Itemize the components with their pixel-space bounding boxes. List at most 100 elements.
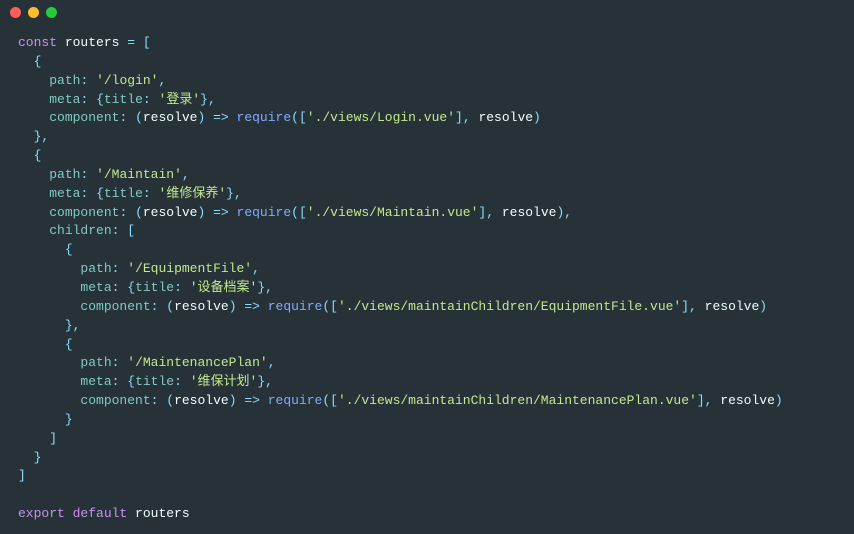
prop-meta: meta <box>49 186 80 201</box>
colon: : <box>80 92 88 107</box>
brace-open: { <box>65 337 73 352</box>
paren-open: ( <box>135 110 143 125</box>
bracket-open: [ <box>330 299 338 314</box>
prop-meta: meta <box>80 374 111 389</box>
string-path: '/MaintenancePlan' <box>127 355 267 370</box>
colon: : <box>112 280 120 295</box>
colon: : <box>119 205 127 220</box>
code-block: const routers = [ { path: '/login', meta… <box>0 24 854 534</box>
colon: : <box>151 393 159 408</box>
arrow: => <box>244 299 260 314</box>
comma: , <box>486 205 494 220</box>
comma: , <box>41 129 49 144</box>
string-title: '维修保养' <box>159 186 227 201</box>
bracket-close: ] <box>455 110 463 125</box>
paren-open: ( <box>322 299 330 314</box>
prop-title: title <box>104 92 143 107</box>
minimize-icon[interactable] <box>28 7 39 18</box>
string-reqarg: './views/maintainChildren/EquipmentFile.… <box>338 299 681 314</box>
comma: , <box>252 261 260 276</box>
bracket-close: ] <box>681 299 689 314</box>
bracket-open: [ <box>299 110 307 125</box>
colon: : <box>80 73 88 88</box>
prop-component: component <box>80 299 150 314</box>
brace-close: } <box>257 280 265 295</box>
identifier-routers: routers <box>65 35 120 50</box>
paren-close: ) <box>229 299 237 314</box>
close-icon[interactable] <box>10 7 21 18</box>
arg-resolve: resolve <box>478 110 533 125</box>
maximize-icon[interactable] <box>46 7 57 18</box>
keyword-const: const <box>18 35 57 50</box>
comma: , <box>234 186 242 201</box>
arg-resolve: resolve <box>502 205 557 220</box>
brace-open: { <box>96 92 104 107</box>
paren-close: ) <box>197 110 205 125</box>
prop-path: path <box>80 355 111 370</box>
brace-open: { <box>65 242 73 257</box>
colon: : <box>174 374 182 389</box>
prop-component: component <box>49 205 119 220</box>
string-reqarg: './views/Login.vue' <box>307 110 455 125</box>
bracket-open: [ <box>143 35 151 50</box>
paren-open: ( <box>166 393 174 408</box>
bracket-open: [ <box>127 223 135 238</box>
bracket-close: ] <box>697 393 705 408</box>
fn-require: require <box>268 393 323 408</box>
arrow: => <box>244 393 260 408</box>
comma: , <box>182 167 190 182</box>
arg-resolve: resolve <box>705 299 760 314</box>
brace-close: } <box>65 318 73 333</box>
prop-path: path <box>49 167 80 182</box>
string-reqarg: './views/maintainChildren/MaintenancePla… <box>338 393 697 408</box>
brace-close: } <box>34 450 42 465</box>
paren-open: ( <box>322 393 330 408</box>
comma: , <box>689 299 697 314</box>
comma: , <box>265 374 273 389</box>
brace-open: { <box>34 148 42 163</box>
paren-open: ( <box>166 299 174 314</box>
prop-title: title <box>104 186 143 201</box>
brace-open: { <box>96 186 104 201</box>
string-path: '/Maintain' <box>96 167 182 182</box>
string-path: '/EquipmentFile' <box>127 261 252 276</box>
string-reqarg: './views/Maintain.vue' <box>307 205 479 220</box>
string-path: '/login' <box>96 73 158 88</box>
param-resolve: resolve <box>174 299 229 314</box>
prop-title: title <box>135 374 174 389</box>
arrow: => <box>213 205 229 220</box>
prop-meta: meta <box>80 280 111 295</box>
colon: : <box>151 299 159 314</box>
comma: , <box>268 355 276 370</box>
bracket-open: [ <box>330 393 338 408</box>
colon: : <box>119 110 127 125</box>
colon: : <box>112 261 120 276</box>
colon: : <box>80 186 88 201</box>
titlebar <box>0 0 854 24</box>
paren-open: ( <box>291 110 299 125</box>
prop-path: path <box>49 73 80 88</box>
param-resolve: resolve <box>143 205 198 220</box>
comma: , <box>73 318 81 333</box>
prop-path: path <box>80 261 111 276</box>
arrow: => <box>213 110 229 125</box>
fn-require: require <box>237 110 292 125</box>
bracket-open: [ <box>299 205 307 220</box>
fn-require: require <box>237 205 292 220</box>
fn-require: require <box>268 299 323 314</box>
colon: : <box>112 355 120 370</box>
prop-meta: meta <box>49 92 80 107</box>
paren-close: ) <box>533 110 541 125</box>
paren-open: ( <box>291 205 299 220</box>
param-resolve: resolve <box>174 393 229 408</box>
code-window: const routers = [ { path: '/login', meta… <box>0 0 854 519</box>
brace-close: } <box>200 92 208 107</box>
paren-close: ) <box>759 299 767 314</box>
comma: , <box>705 393 713 408</box>
paren-close: ) <box>229 393 237 408</box>
prop-component: component <box>80 393 150 408</box>
brace-close: } <box>65 412 73 427</box>
paren-close: ) <box>775 393 783 408</box>
brace-close: } <box>257 374 265 389</box>
prop-title: title <box>135 280 174 295</box>
